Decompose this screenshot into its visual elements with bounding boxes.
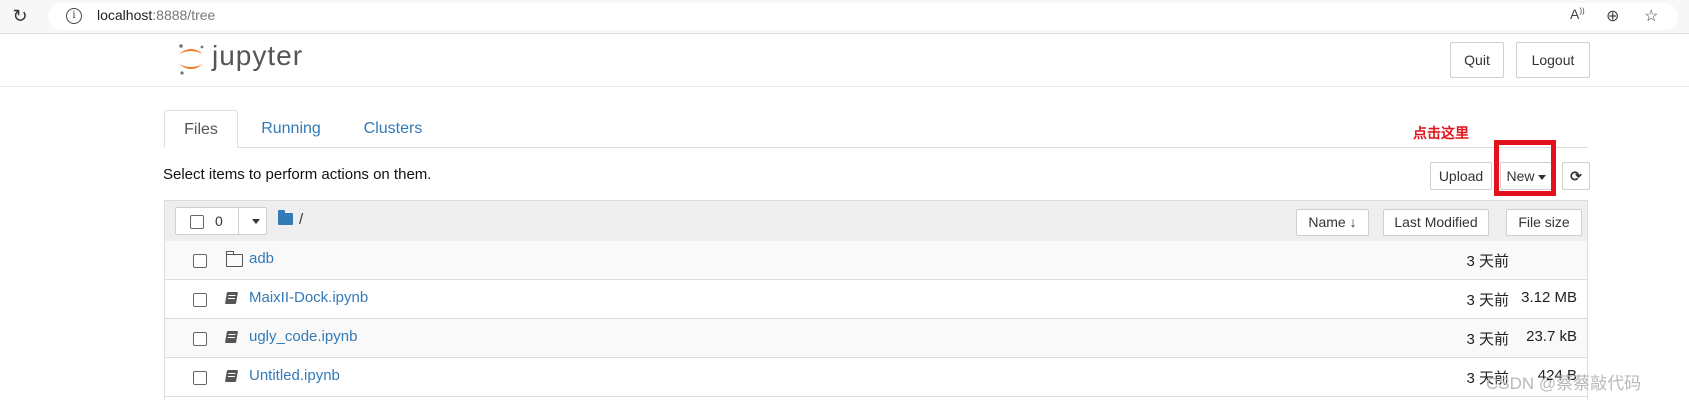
selected-count: 0 <box>215 213 223 229</box>
notebook-icon <box>224 292 239 304</box>
item-size: 3.12 MB <box>1521 289 1577 306</box>
favorite-star-icon[interactable]: ☆ <box>1644 6 1658 26</box>
divider <box>238 208 239 234</box>
item-checkbox[interactable] <box>193 371 207 385</box>
item-modified: 3 天前 <box>1466 253 1509 270</box>
arrow-down-icon: ↓ <box>1349 214 1357 230</box>
sort-size-button[interactable]: File size <box>1506 209 1582 236</box>
item-name-link[interactable]: MaixII-Dock.ipynb <box>249 289 368 306</box>
item-modified: 3 天前 <box>1466 292 1509 309</box>
select-instructions: Select items to perform actions on them. <box>163 166 432 183</box>
select-all-group[interactable]: 0 <box>175 207 267 235</box>
jupyter-logo-icon[interactable] <box>176 42 206 76</box>
item-checkbox[interactable] <box>193 254 207 268</box>
list-item[interactable]: MaixII-Dock.ipynb 3 天前 3.12 MB <box>165 280 1587 319</box>
select-menu-caret-icon[interactable] <box>252 219 260 224</box>
list-item[interactable]: Untitled.ipynb 3 天前 424 B <box>165 358 1587 397</box>
folder-icon[interactable] <box>278 210 293 225</box>
item-checkbox[interactable] <box>193 332 207 346</box>
jupyter-wordmark[interactable]: jupyter <box>212 40 303 72</box>
tab-clusters[interactable]: Clusters <box>350 110 436 148</box>
item-modified: 3 天前 <box>1466 331 1509 348</box>
annotation-text: 点击这里 <box>1413 125 1469 141</box>
read-aloud-icon[interactable]: A)) <box>1570 6 1585 22</box>
refresh-icon: ⟳ <box>1570 168 1582 184</box>
list-item[interactable]: ugly_code.ipynb 3 天前 23.7 kB <box>165 319 1587 358</box>
jupyter-header: jupyter Quit Logout <box>0 34 1689 87</box>
tab-files[interactable]: Files <box>164 110 238 148</box>
breadcrumb[interactable]: / <box>299 211 303 228</box>
item-name-link[interactable]: ugly_code.ipynb <box>249 328 357 345</box>
zoom-icon[interactable]: ⊕ <box>1606 6 1619 26</box>
refresh-button[interactable]: ⟳ <box>1562 162 1590 190</box>
logout-button[interactable]: Logout <box>1516 42 1590 78</box>
address-bar[interactable] <box>48 3 1678 30</box>
item-size: 23.7 kB <box>1526 328 1577 345</box>
sort-name-button[interactable]: Name ↓ <box>1296 209 1369 236</box>
quit-button[interactable]: Quit <box>1450 42 1504 78</box>
highlight-box <box>1494 140 1556 196</box>
upload-button[interactable]: Upload <box>1430 162 1492 190</box>
file-list-header: 0 / Name ↓ Last Modified File size <box>165 201 1587 242</box>
item-checkbox[interactable] <box>193 293 207 307</box>
site-info-icon[interactable]: i <box>66 8 82 24</box>
sort-modified-button[interactable]: Last Modified <box>1383 209 1489 236</box>
sort-name-label: Name <box>1308 214 1346 230</box>
item-name-link[interactable]: Untitled.ipynb <box>249 367 340 384</box>
item-name-link[interactable]: adb <box>249 250 274 267</box>
file-list: 0 / Name ↓ Last Modified File size adb 3… <box>164 200 1588 400</box>
select-all-checkbox[interactable] <box>190 215 204 229</box>
list-item[interactable]: adb 3 天前 <box>165 241 1587 280</box>
url-text[interactable]: localhost:8888/tree <box>97 7 215 23</box>
browser-toolbar: ↻ i localhost:8888/tree A)) ⊕ ☆ <box>0 0 1689 34</box>
folder-icon <box>226 251 243 267</box>
reload-icon[interactable]: ↻ <box>10 6 30 26</box>
notebook-icon <box>224 331 239 343</box>
tab-running[interactable]: Running <box>250 110 332 148</box>
notebook-icon <box>224 370 239 382</box>
watermark: CSDN @蔡蔡敲代码 <box>1486 374 1642 393</box>
